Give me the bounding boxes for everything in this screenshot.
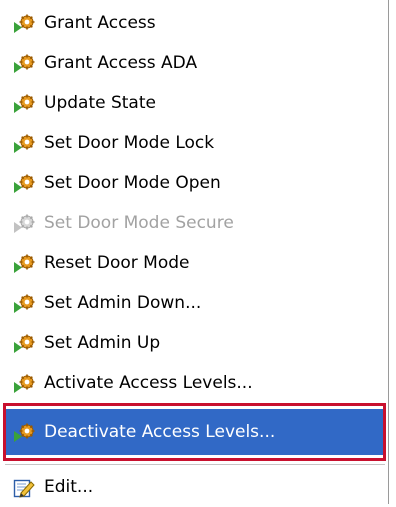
- menu-item-deactivate-access-levels[interactable]: Deactivate Access Levels...: [6, 409, 383, 455]
- menu-item-label: Deactivate Access Levels...: [44, 422, 276, 442]
- gear-play-icon: [14, 174, 35, 193]
- menu-item-grant-access[interactable]: Grant Access: [0, 3, 388, 43]
- menu-item-label: Reset Door Mode: [44, 253, 190, 273]
- menu-item-reset-door-mode[interactable]: Reset Door Mode: [0, 243, 388, 283]
- menu-separator: [5, 464, 385, 465]
- gear-play-icon: [14, 94, 35, 113]
- menu-item-label: Set Admin Up: [44, 333, 161, 353]
- gear-play-icon: [14, 134, 35, 153]
- gear-play-icon: [14, 54, 35, 73]
- gear-play-icon: [14, 334, 35, 353]
- gear-play-icon: [14, 254, 35, 273]
- menu-border: [388, 0, 389, 504]
- menu-item-label: Grant Access ADA: [44, 53, 198, 73]
- gear-play-icon: [14, 14, 35, 33]
- menu-item-label: Activate Access Levels...: [44, 373, 253, 393]
- menu-item-label: Set Door Mode Lock: [44, 133, 215, 153]
- gear-play-icon: [14, 423, 35, 442]
- menu-item-activate-access-levels[interactable]: Activate Access Levels...: [0, 363, 388, 403]
- menu-item-update-state[interactable]: Update State: [0, 83, 388, 123]
- menu-item-label: Edit...: [44, 477, 94, 497]
- gear-play-icon: [14, 374, 35, 393]
- gear-play-icon: [14, 214, 35, 233]
- menu-item-edit[interactable]: Edit...: [0, 467, 388, 507]
- context-menu: Grant Access Grant Access ADA Update Sta…: [0, 0, 396, 504]
- menu-item-set-door-mode-secure: Set Door Mode Secure: [0, 203, 388, 243]
- menu-item-set-door-mode-lock[interactable]: Set Door Mode Lock: [0, 123, 388, 163]
- gear-play-icon: [14, 294, 35, 313]
- menu-item-label: Set Door Mode Open: [44, 173, 221, 193]
- menu-item-set-door-mode-open[interactable]: Set Door Mode Open: [0, 163, 388, 203]
- menu-item-label: Update State: [44, 93, 156, 113]
- menu-item-label: Set Admin Down...: [44, 293, 202, 313]
- menu-item-label: Grant Access: [44, 13, 156, 33]
- menu-item-grant-access-ada[interactable]: Grant Access ADA: [0, 43, 388, 83]
- menu-item-label: Set Door Mode Secure: [44, 213, 234, 233]
- edit-pencil-icon: [13, 479, 35, 498]
- menu-item-set-admin-down[interactable]: Set Admin Down...: [0, 283, 388, 323]
- menu-item-set-admin-up[interactable]: Set Admin Up: [0, 323, 388, 363]
